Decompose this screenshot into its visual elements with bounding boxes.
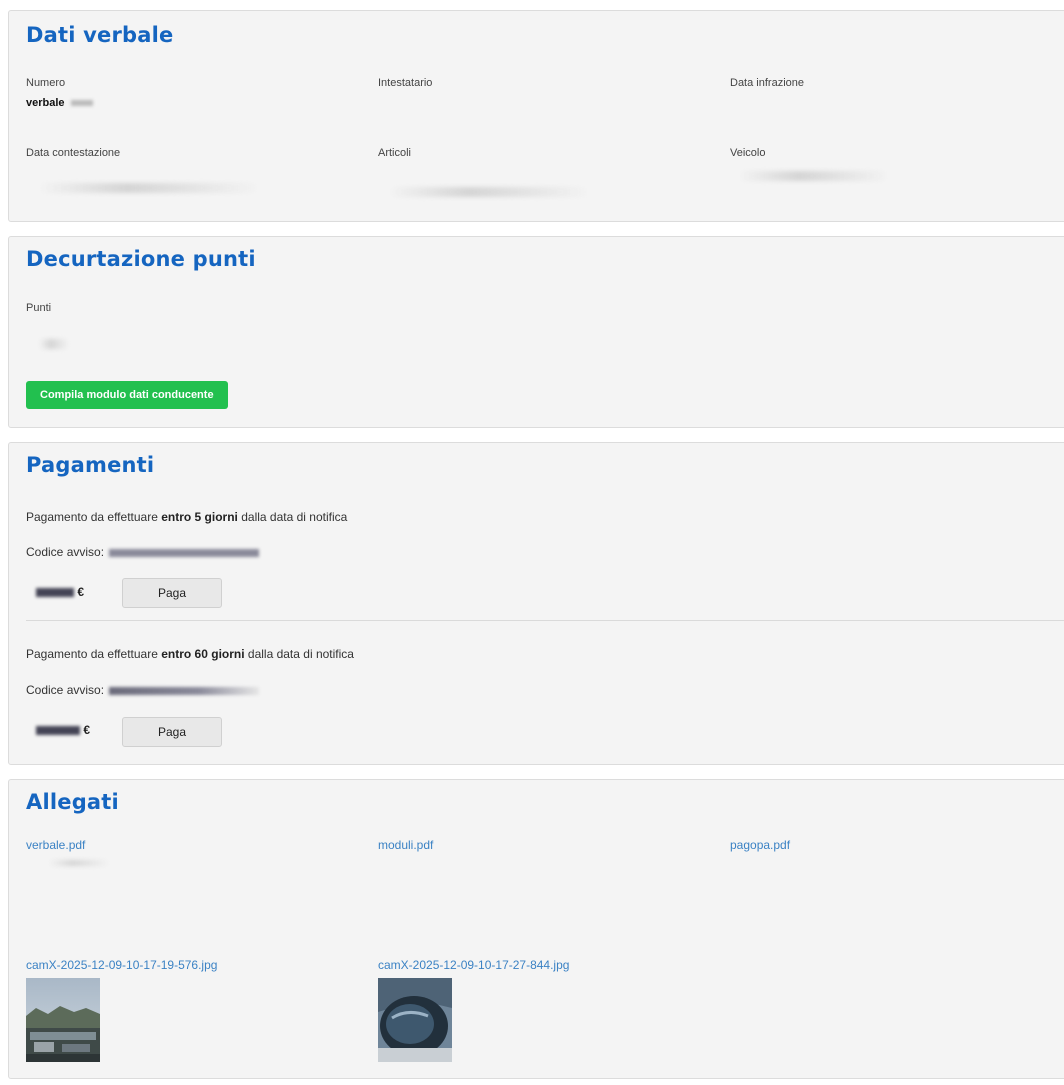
codice-avviso: Codice avviso:: [26, 545, 260, 559]
pdf-preview-redacted: [49, 860, 109, 866]
pagamento-description: Pagamento da effettuare entro 5 giorni d…: [26, 510, 347, 524]
pagamento-suffix: dalla data di notifica: [244, 647, 354, 661]
punti-label: Punti: [26, 302, 52, 314]
pagamenti-card: Pagamenti Pagamento da effettuare entro …: [8, 442, 1064, 765]
codice-avviso-value-redacted: [109, 686, 260, 695]
pagamento-description: Pagamento da effettuare entro 60 giorni …: [26, 647, 354, 661]
compila-modulo-button[interactable]: Compila modulo dati conducente: [26, 381, 228, 409]
data-contestazione-value-redacted: [39, 183, 259, 193]
articoli-label: Articoli: [378, 147, 412, 159]
intestatario-label: Intestatario: [378, 77, 433, 89]
pagamento-deadline: entro 5 giorni: [161, 510, 238, 524]
image-link-2[interactable]: camX-2025-12-09-10-17-27-844.jpg: [378, 958, 569, 972]
data-contestazione-label: Data contestazione: [26, 147, 121, 159]
importo-value-redacted: [36, 726, 80, 736]
pagamenti-title: Pagamenti: [26, 453, 155, 477]
photo-thumbnail-1-image: [26, 978, 100, 1062]
codice-avviso-label: Codice avviso:: [26, 545, 105, 559]
importo: €: [36, 585, 84, 599]
dati-verbale-card: Dati verbale Numero verbale Intestatario…: [8, 10, 1064, 222]
decurtazione-title: Decurtazione punti: [26, 247, 256, 271]
pagamento-prefix: Pagamento da effettuare: [26, 510, 162, 524]
pagamenti-divider: [26, 620, 1064, 621]
pagopa-pdf-link[interactable]: pagopa.pdf: [730, 838, 790, 852]
photo-thumbnail-2[interactable]: [378, 978, 452, 1062]
data-infrazione-label: Data infrazione: [730, 77, 804, 89]
dati-verbale-title: Dati verbale: [26, 23, 174, 47]
photo-thumbnail-2-image: [378, 978, 452, 1062]
codice-avviso: Codice avviso:: [26, 683, 260, 697]
moduli-pdf-link[interactable]: moduli.pdf: [378, 838, 433, 852]
photo-thumbnail-1[interactable]: [26, 978, 100, 1062]
numero-label: Numero: [26, 77, 66, 89]
punti-value-redacted: [39, 339, 69, 349]
pagamento-suffix: dalla data di notifica: [237, 510, 348, 524]
codice-avviso-label: Codice avviso:: [26, 683, 105, 697]
importo-value-redacted: [36, 588, 74, 598]
currency-symbol: €: [77, 585, 85, 599]
decurtazione-card: Decurtazione punti Punti Compila modulo …: [8, 236, 1064, 428]
veicolo-label: Veicolo: [730, 147, 766, 159]
numero-value: verbale: [26, 97, 93, 109]
allegati-title: Allegati: [26, 790, 119, 814]
numero-value-text: verbale: [26, 97, 65, 109]
paga-button[interactable]: Paga: [122, 717, 222, 747]
currency-symbol: €: [83, 723, 91, 737]
paga-button[interactable]: Paga: [122, 578, 222, 608]
importo: €: [36, 723, 90, 737]
image-link-1[interactable]: camX-2025-12-09-10-17-19-576.jpg: [26, 958, 217, 972]
pagamento-prefix: Pagamento da effettuare: [26, 647, 162, 661]
allegati-card: Allegati verbale.pdf moduli.pdf pagopa.p…: [8, 779, 1064, 1079]
articoli-value-redacted: [389, 187, 589, 197]
pagamento-deadline: entro 60 giorni: [161, 647, 245, 661]
veicolo-value-redacted: [739, 171, 889, 181]
verbale-pdf-link[interactable]: verbale.pdf: [26, 838, 85, 852]
codice-avviso-value-redacted: [109, 548, 260, 557]
